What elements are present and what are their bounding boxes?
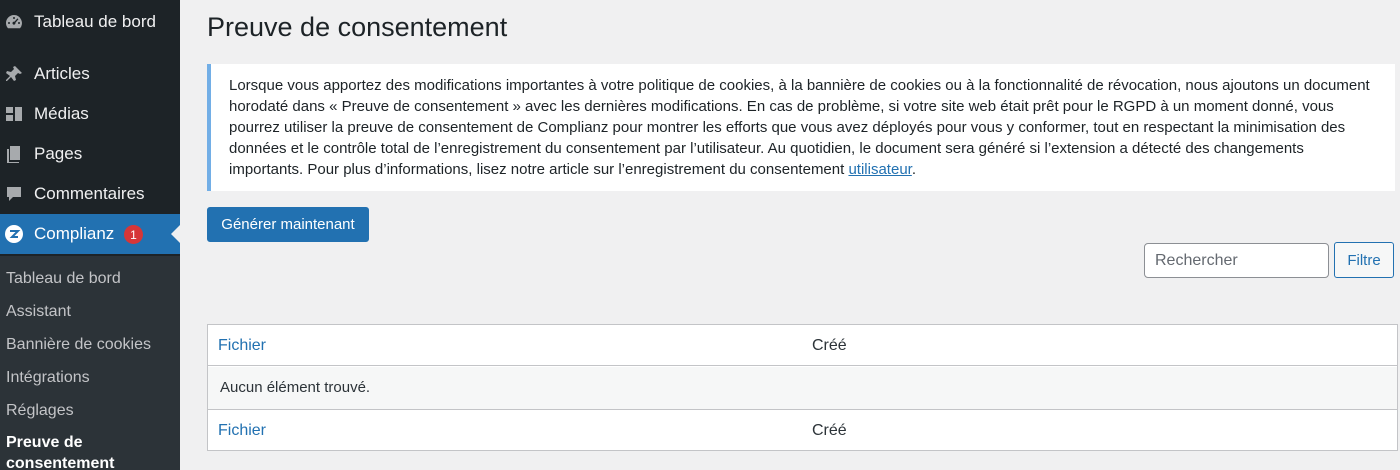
admin-sidebar: Tableau de bord Articles Médias Pages Co… <box>0 0 180 470</box>
submenu-item-assistant[interactable]: Assistant <box>6 303 71 321</box>
sidebar-item-commentaires[interactable]: Commentaires <box>0 174 180 214</box>
complianz-submenu: Tableau de bord Assistant Bannière de co… <box>0 256 180 470</box>
submenu-item-preuve-de-consentement[interactable]: Preuve de consentement <box>6 432 114 470</box>
media-icon <box>4 104 24 124</box>
comment-icon <box>4 184 24 204</box>
dashboard-icon <box>4 12 24 32</box>
pushpin-icon <box>4 64 24 84</box>
submenu-item-reglages[interactable]: Réglages <box>6 402 74 420</box>
submenu-label-line1: Preuve de <box>6 434 83 451</box>
sidebar-item-articles[interactable]: Articles <box>0 54 180 94</box>
column-footer-cree: Créé <box>812 422 847 439</box>
filter-button[interactable]: Filtre <box>1334 242 1394 278</box>
sidebar-item-label: Médias <box>34 104 89 123</box>
column-header-cree: Créé <box>812 337 847 354</box>
records-table: Fichier Créé Aucun élément trouvé. Fichi… <box>207 324 1398 451</box>
sidebar-item-label: Tableau de bord <box>34 12 156 31</box>
notification-badge: 1 <box>124 225 143 244</box>
submenu-item-tableau-de-bord[interactable]: Tableau de bord <box>6 270 121 288</box>
notice-tail: . <box>911 161 916 178</box>
submenu-item-integrations[interactable]: Intégrations <box>6 369 90 387</box>
search-input[interactable] <box>1144 243 1329 278</box>
table-header-row: Fichier Créé <box>208 325 1397 366</box>
column-footer-fichier[interactable]: Fichier <box>218 422 266 440</box>
current-menu-arrow <box>171 225 180 243</box>
complianz-icon <box>4 224 24 244</box>
submenu-label-line2: consentement <box>6 455 115 470</box>
generate-now-button[interactable]: Générer maintenant <box>207 207 369 242</box>
sidebar-item-dashboard[interactable]: Tableau de bord <box>0 2 180 42</box>
submenu-item-banniere-de-cookies[interactable]: Bannière de cookies <box>6 336 151 354</box>
info-notice: Lorsque vous apportez des modifications … <box>207 64 1395 191</box>
sidebar-item-label: Articles <box>34 64 90 83</box>
empty-message: Aucun élément trouvé. <box>220 379 371 396</box>
table-footer-row: Fichier Créé <box>208 409 1397 450</box>
sidebar-item-label: Complianz <box>34 224 115 243</box>
table-row: Aucun élément trouvé. <box>208 367 1397 409</box>
pages-icon <box>4 144 24 164</box>
sidebar-item-pages[interactable]: Pages <box>0 134 180 174</box>
column-header-fichier[interactable]: Fichier <box>218 337 266 355</box>
sidebar-item-medias[interactable]: Médias <box>0 94 180 134</box>
page-title: Preuve de consentement <box>207 12 508 42</box>
sidebar-item-complianz[interactable]: Complianz 1 <box>0 214 180 254</box>
notice-link[interactable]: utilisateur <box>848 161 911 178</box>
sidebar-item-label: Pages <box>34 144 83 163</box>
sidebar-item-label: Commentaires <box>34 184 145 203</box>
notice-text: Lorsque vous apportez des modifications … <box>229 77 1370 178</box>
